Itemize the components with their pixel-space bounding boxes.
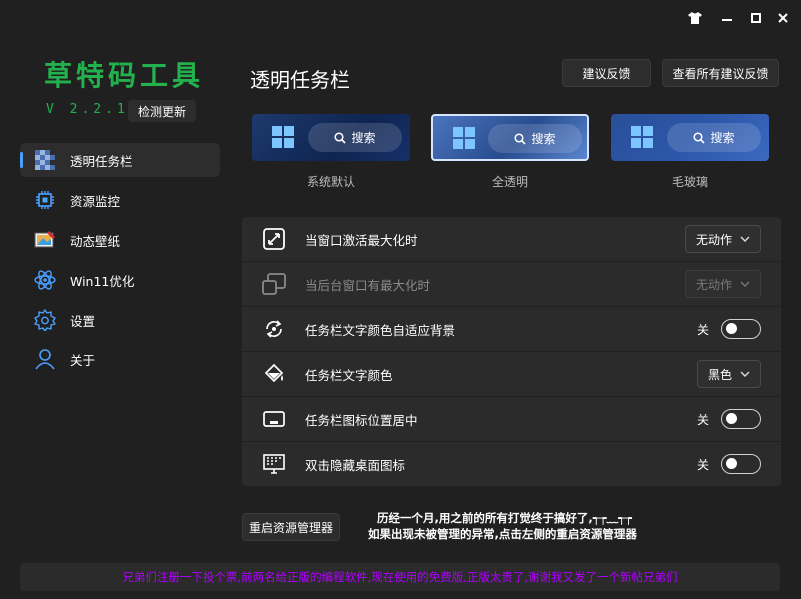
- chevron-down-icon: [740, 236, 750, 242]
- sidebar-item-label: 关于: [70, 352, 96, 368]
- maximize-button[interactable]: [747, 9, 765, 27]
- setting-label: 当后台窗口有最大化时: [305, 277, 431, 293]
- dropdown-value: 无动作: [696, 277, 733, 292]
- cpu-icon: [34, 189, 56, 211]
- sidebar-item-about[interactable]: 关于: [20, 342, 220, 376]
- sidebar-item-dynamic-wallpaper[interactable]: 动态壁纸: [20, 223, 220, 257]
- search-icon: [693, 131, 706, 144]
- setting-label: 任务栏图标位置居中: [305, 412, 418, 428]
- center-icon: [262, 407, 286, 431]
- background-window-icon: [262, 272, 286, 296]
- notice-line-1: 历经一个月,用之前的所有打觉终于搞好了,┭┮﹏┭┮: [377, 511, 632, 525]
- dropdown-value: 黑色: [708, 367, 733, 382]
- atom-icon: [34, 269, 56, 291]
- minimize-button[interactable]: [718, 9, 736, 27]
- search-label: 搜索: [710, 131, 735, 145]
- preset-label: 全透明: [491, 175, 528, 189]
- notice-line-2: 如果出现未被管理的异常,点击左侧的重启资源管理器: [368, 527, 637, 541]
- minimize-icon: [722, 19, 732, 21]
- setting-row-adaptive-color: 任务栏文字颜色自适应背景 关: [242, 307, 781, 351]
- search-icon: [514, 132, 527, 145]
- preset-system-default[interactable]: 搜索: [252, 114, 410, 161]
- sidebar-item-transparent-taskbar[interactable]: 透明任务栏: [20, 143, 220, 177]
- chevron-down-icon: [740, 281, 750, 287]
- dropdown-value: 无动作: [696, 232, 733, 247]
- setting-row-center-icons: 任务栏图标位置居中 关: [242, 397, 781, 441]
- toggle-knob: [726, 458, 737, 469]
- text-color-dropdown[interactable]: 黑色: [697, 360, 761, 388]
- setting-label: 当窗口激活最大化时: [305, 232, 418, 248]
- tshirt-icon: [688, 12, 702, 24]
- center-icons-toggle[interactable]: [721, 409, 761, 429]
- preset-frosted-glass[interactable]: 搜索: [611, 114, 769, 161]
- skin-button[interactable]: [686, 9, 704, 27]
- close-icon: [778, 13, 788, 23]
- paint-bucket-icon: [262, 362, 286, 386]
- adaptive-color-icon: [262, 317, 286, 341]
- view-all-feedback-button[interactable]: 查看所有建议反馈: [662, 59, 779, 87]
- sidebar-item-win11-optimize[interactable]: Win11优化: [20, 263, 220, 297]
- close-button[interactable]: [774, 9, 792, 27]
- sidebar-item-label: Win11优化: [70, 273, 135, 289]
- page-title: 透明任务栏: [250, 68, 350, 92]
- search-label: 搜索: [351, 131, 376, 145]
- sidebar-item-label: 透明任务栏: [70, 153, 133, 169]
- active-indicator: [20, 152, 23, 168]
- windows-logo-icon: [631, 126, 653, 148]
- search-box-preview: 搜索: [308, 123, 402, 152]
- app-logo: 草特码工具: [44, 59, 205, 92]
- setting-label: 任务栏文字颜色自适应背景: [305, 322, 456, 338]
- setting-row-hide-desktop-icons: 双击隐藏桌面图标 关: [242, 442, 781, 486]
- preset-label: 系统默认: [306, 175, 355, 189]
- windows-logo-icon: [453, 127, 475, 149]
- setting-row-text-color: 任务栏文字颜色 黑色: [242, 352, 781, 396]
- sidebar-item-label: 资源监控: [70, 193, 121, 209]
- search-icon: [334, 131, 347, 144]
- search-label: 搜索: [531, 132, 556, 146]
- sidebar-item-label: 设置: [70, 313, 96, 329]
- desktop-icon: [262, 452, 286, 476]
- setting-row-active-maximize: 当窗口激活最大化时 无动作: [242, 217, 781, 261]
- search-box-preview: 搜索: [488, 124, 582, 153]
- sidebar-item-resource-monitor[interactable]: 资源监控: [20, 183, 220, 217]
- toggle-state-label: 关: [696, 412, 709, 427]
- gear-icon: [34, 309, 56, 331]
- hide-desktop-icons-toggle[interactable]: [721, 454, 761, 474]
- toggle-state-label: 关: [696, 322, 709, 337]
- wallpaper-icon: [34, 229, 56, 251]
- restart-explorer-button[interactable]: 重启资源管理器: [242, 513, 340, 541]
- action-dropdown[interactable]: 无动作: [685, 270, 761, 298]
- adaptive-color-toggle[interactable]: [721, 319, 761, 339]
- action-dropdown[interactable]: 无动作: [685, 225, 761, 253]
- setting-row-background-maximize: 当后台窗口有最大化时 无动作: [242, 262, 781, 306]
- feedback-button[interactable]: 建议反馈: [562, 59, 651, 87]
- toggle-knob: [726, 323, 737, 334]
- preset-fully-transparent[interactable]: 搜索: [431, 114, 589, 161]
- maximize-window-icon: [262, 227, 286, 251]
- footer-text: 兄弟们注册一下投个票,前两名给正版的编程软件,现在使用的免费版,正版太贵了,谢谢…: [122, 570, 678, 584]
- maximize-icon: [751, 13, 761, 23]
- taskbar-icon: [34, 149, 56, 171]
- toggle-knob: [726, 413, 737, 424]
- footer-message: 兄弟们注册一下投个票,前两名给正版的编程软件,现在使用的免费版,正版太贵了,谢谢…: [20, 563, 780, 591]
- check-update-button[interactable]: 检测更新: [128, 100, 196, 122]
- sidebar-item-settings[interactable]: 设置: [20, 303, 220, 337]
- chevron-down-icon: [740, 371, 750, 377]
- setting-label: 双击隐藏桌面图标: [305, 457, 406, 473]
- preset-label: 毛玻璃: [671, 175, 708, 189]
- windows-logo-icon: [272, 126, 294, 148]
- person-icon: [34, 348, 56, 370]
- sidebar-item-label: 动态壁纸: [70, 233, 121, 249]
- setting-label: 任务栏文字颜色: [305, 367, 393, 383]
- search-box-preview: 搜索: [667, 123, 761, 152]
- toggle-state-label: 关: [696, 457, 709, 472]
